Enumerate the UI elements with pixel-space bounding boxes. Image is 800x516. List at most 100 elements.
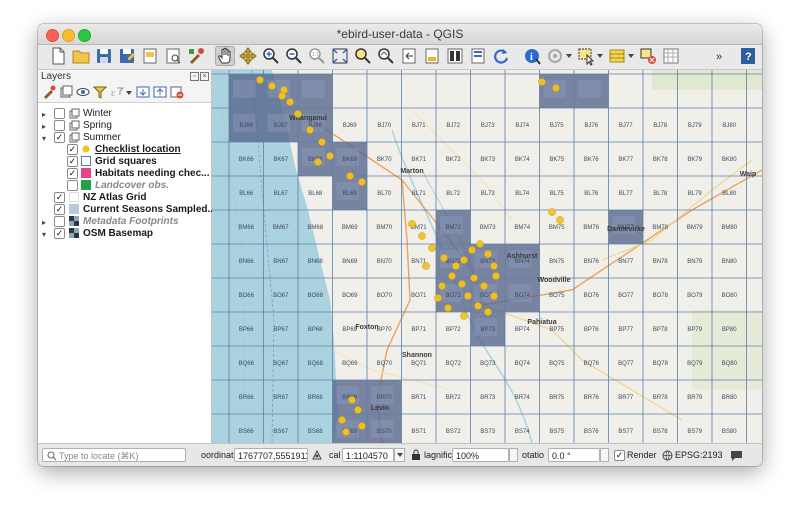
layers-toolbar: ε <box>38 84 211 102</box>
crs-label[interactable]: EPSG:2193 <box>675 450 723 460</box>
temporal-controller-icon[interactable] <box>468 46 488 66</box>
layer-nz-atlas-grid[interactable]: ✓ NZ Atlas Grid <box>38 192 211 204</box>
crs-globe-icon[interactable] <box>662 450 673 461</box>
layer-checklist-location[interactable]: ✓ Checklist location <box>38 144 211 156</box>
grid-label: BK69 <box>342 157 357 163</box>
expand-arrow-icon[interactable]: ▸ <box>42 122 46 131</box>
filter-dropdown-icon[interactable] <box>126 91 132 95</box>
zoom-to-selection-icon[interactable] <box>353 46 373 66</box>
zoom-last-icon[interactable] <box>399 46 419 66</box>
layer-checkbox[interactable]: ✓ <box>54 132 65 143</box>
landcover-icon <box>81 180 91 190</box>
float-panel-icon[interactable]: ▫ <box>190 72 199 81</box>
expand-arrow-icon[interactable]: ▸ <box>42 218 46 227</box>
layer-checkbox[interactable]: ✓ <box>54 228 65 239</box>
layer-checkbox[interactable]: ✓ <box>67 144 78 155</box>
deselect-icon[interactable] <box>638 46 658 66</box>
layer-checkbox[interactable] <box>67 180 78 191</box>
coordinate-field[interactable]: 1767707,5551911 <box>234 448 308 462</box>
locate-search-field[interactable]: Type to locate (⌘K) <box>42 448 186 462</box>
layer-checkbox[interactable] <box>54 216 65 227</box>
map-canvas[interactable]: BJ66 BJ67 BJ68 BJ69 BJ70 BJ71 BJ72 BJ73 BJ74 BJ75… <box>212 70 762 443</box>
collapse-all-icon[interactable] <box>153 85 167 99</box>
layer-checkbox[interactable]: ✓ <box>67 156 78 167</box>
scale-field[interactable]: 1:1104570 <box>342 448 394 462</box>
select-dropdown-icon[interactable] <box>597 54 603 58</box>
layer-group-winter[interactable]: ▸ Winter <box>38 108 211 120</box>
open-layer-styling-icon[interactable] <box>42 85 56 99</box>
layer-landcover[interactable]: Landcover obs. <box>38 180 211 192</box>
magnifier-spinner[interactable] <box>509 448 518 462</box>
zoom-full-icon[interactable] <box>330 46 350 66</box>
grid-label: BK67 <box>273 157 288 163</box>
layer-grid-squares[interactable]: ✓ Grid squares <box>38 156 211 168</box>
zoom-out-icon[interactable] <box>284 46 304 66</box>
layer-osm-basemap[interactable]: ▾ ✓ OSM Basemap <box>38 228 211 240</box>
field-calculator-icon[interactable] <box>661 46 681 66</box>
save-as-icon[interactable] <box>117 46 137 66</box>
filter-by-expression-icon[interactable]: ε <box>110 85 125 99</box>
zoom-to-layer-icon[interactable] <box>376 46 396 66</box>
collapse-arrow-icon[interactable]: ▾ <box>42 230 46 239</box>
lock-scale-icon[interactable] <box>411 449 421 461</box>
save-project-icon[interactable] <box>94 46 114 66</box>
manage-visibility-icon[interactable] <box>76 85 90 99</box>
close-panel-icon[interactable]: × <box>200 72 209 81</box>
pan-to-selection-icon[interactable] <box>238 46 258 66</box>
layer-checkbox[interactable] <box>54 108 65 119</box>
expand-all-icon[interactable] <box>136 85 150 99</box>
select-features-icon[interactable] <box>576 46 596 66</box>
new-print-layout-icon[interactable] <box>140 46 160 66</box>
layer-group-summer[interactable]: ▾ ✓ Summer <box>38 132 211 144</box>
layer-current-seasons-sampled[interactable]: ✓ Current Seasons Sampled... <box>38 204 216 216</box>
layer-checkbox[interactable] <box>54 120 65 131</box>
new-project-icon[interactable] <box>48 46 68 66</box>
zoom-next-icon[interactable] <box>422 46 442 66</box>
attribute-table-icon[interactable] <box>607 46 627 66</box>
add-group-icon[interactable] <box>59 85 73 99</box>
refresh-icon[interactable] <box>491 46 511 66</box>
open-project-icon[interactable] <box>71 46 91 66</box>
checklist-point <box>460 312 468 320</box>
layer-metadata-footprints[interactable]: ▸ Metadata Footprints <box>38 216 211 228</box>
place-label-shannon: Shannon <box>402 352 432 359</box>
measure-icon[interactable] <box>545 46 565 66</box>
layer-checkbox[interactable]: ✓ <box>54 204 65 215</box>
status-bar: Type to locate (⌘K) oordinat 1767707,555… <box>38 443 762 466</box>
messages-icon[interactable] <box>730 449 743 461</box>
render-checkbox[interactable]: ✓ <box>614 450 625 461</box>
rotation-field[interactable]: 0.0 ° <box>548 448 600 462</box>
identify-icon[interactable]: i <box>522 46 542 66</box>
layer-group-spring[interactable]: ▸ Spring <box>38 120 211 132</box>
layer-checkbox[interactable]: ✓ <box>54 192 65 203</box>
new-map-view-icon[interactable] <box>445 46 465 66</box>
rotation-spinner[interactable] <box>600 448 609 462</box>
filter-legend-icon[interactable] <box>92 85 108 99</box>
pan-icon[interactable] <box>215 46 235 66</box>
grid-label: BP76 <box>584 327 599 333</box>
more-tools-icon[interactable]: » <box>712 46 732 66</box>
grid-label: BP77 <box>618 327 633 333</box>
place-label-pahiatua: Pahiatua <box>527 319 556 326</box>
remove-layer-icon[interactable] <box>170 85 184 99</box>
layout-manager-icon[interactable] <box>163 46 183 66</box>
place-label-levin: Levin <box>371 405 389 412</box>
toggle-extents-icon[interactable] <box>311 449 323 461</box>
layer-label: Checklist location <box>95 144 181 155</box>
layer-checkbox[interactable]: ✓ <box>67 168 78 179</box>
help-icon[interactable]: ? <box>738 46 758 66</box>
grid-label: BR68 <box>308 395 324 401</box>
attribute-dropdown-icon[interactable] <box>628 54 634 58</box>
zoom-native-icon[interactable]: 1:1 <box>307 46 327 66</box>
measure-dropdown-icon[interactable] <box>566 54 572 58</box>
grid-label: BP72 <box>446 327 461 333</box>
grid-label: BN78 <box>653 259 669 265</box>
expand-arrow-icon[interactable]: ▸ <box>42 110 46 119</box>
zoom-in-icon[interactable] <box>261 46 281 66</box>
checklist-point <box>556 216 564 224</box>
layer-habitats[interactable]: ✓ Habitats needing chec... <box>38 168 211 180</box>
collapse-arrow-icon[interactable]: ▾ <box>42 134 46 143</box>
style-manager-icon[interactable] <box>186 46 206 66</box>
scale-dropdown[interactable] <box>394 448 405 462</box>
magnifier-field[interactable]: 100% <box>452 448 509 462</box>
